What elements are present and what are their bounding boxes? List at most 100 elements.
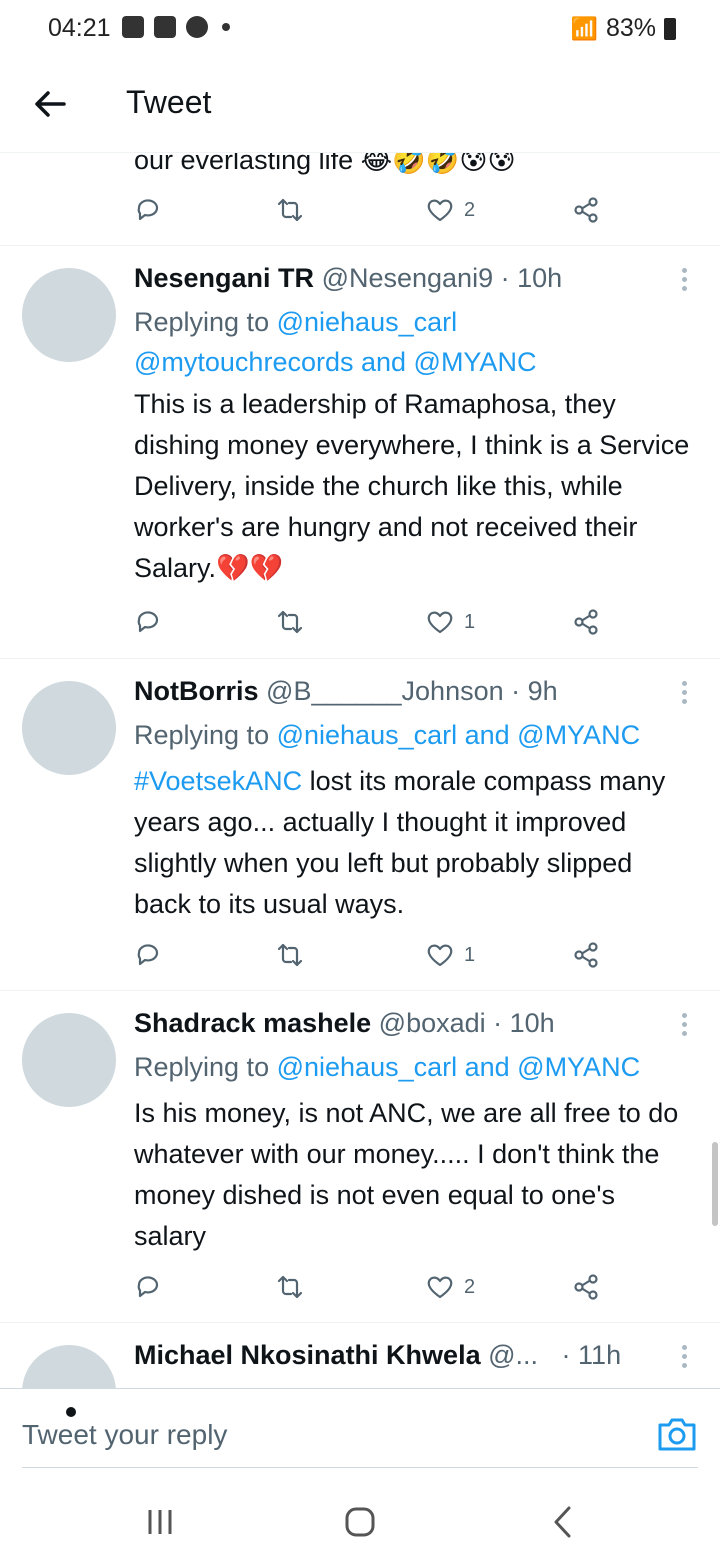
share-button[interactable]: [572, 935, 600, 975]
reply-button[interactable]: [134, 190, 162, 230]
reply-button[interactable]: [134, 1267, 162, 1307]
heart-icon: [427, 1276, 453, 1299]
mention-link[interactable]: @niehaus_carl and @MYANC: [277, 1052, 640, 1082]
share-icon: [574, 197, 598, 223]
tweet-text: #VoetsekANC lost its morale compass many…: [134, 761, 694, 925]
reply-icon: [137, 944, 159, 966]
like-button[interactable]: 1: [426, 602, 475, 642]
share-button[interactable]: [572, 602, 600, 642]
retweet-button[interactable]: [276, 602, 304, 642]
display-name[interactable]: Shadrack mashele: [134, 1008, 371, 1038]
heart-icon: [427, 199, 453, 222]
tweet-actions: 2: [134, 190, 604, 230]
retweet-button[interactable]: [276, 935, 304, 975]
netflix-icon: [154, 16, 176, 38]
more-options-icon[interactable]: [676, 1013, 692, 1043]
input-underline: [22, 1467, 698, 1468]
tweet-text: This is a leadership of Ramaphosa, they …: [134, 389, 690, 583]
like-button[interactable]: 2: [426, 190, 475, 230]
display-name[interactable]: Michael Nkosinathi Khwela: [134, 1340, 481, 1370]
reply-icon: [137, 611, 159, 633]
like-button[interactable]: 1: [426, 935, 475, 975]
gallery-icon: [122, 16, 144, 38]
replying-prefix: Replying to: [134, 307, 277, 337]
share-icon: [574, 942, 598, 968]
replies-feed[interactable]: our everlasting life 😂🤣🤣😰😰 2 Nesengani T…: [0, 152, 720, 1388]
share-button[interactable]: [572, 190, 600, 230]
display-name[interactable]: NotBorris: [134, 676, 259, 706]
scrollbar[interactable]: [712, 1142, 718, 1226]
like-count: 1: [464, 610, 476, 633]
timestamp: · 9h: [511, 676, 558, 706]
mention-link[interactable]: @niehaus_carl and @MYANC: [277, 720, 640, 750]
timestamp: · 10h: [500, 263, 563, 293]
battery-icon: [664, 17, 676, 40]
retweet-icon: [277, 610, 303, 634]
handle[interactable]: @B______Johnson: [266, 676, 504, 706]
retweet-icon: [277, 943, 303, 967]
replying-prefix: Replying to: [134, 720, 277, 750]
replying-prefix: Replying to: [134, 1052, 277, 1082]
camera-icon[interactable]: [656, 1413, 698, 1455]
retweet-button[interactable]: [276, 190, 304, 230]
replying-to: Replying to @niehaus_carl: [134, 302, 457, 342]
avatar[interactable]: [22, 681, 116, 775]
retweet-icon: [277, 198, 303, 222]
replying-to-continued: @mytouchrecords and @MYANC: [134, 342, 536, 382]
tweet-header: Michael Nkosinathi Khwela @... · 11h: [134, 1337, 621, 1373]
cursor-dot: [66, 1407, 76, 1417]
reply-tweet[interactable]: NotBorris @B______Johnson · 9h Replying …: [0, 659, 720, 989]
reply-tweet[interactable]: Michael Nkosinathi Khwela @... · 11h: [0, 1323, 720, 1388]
arrow-left-icon[interactable]: [30, 84, 70, 124]
system-nav-bar: [0, 1478, 720, 1560]
back-nav-icon[interactable]: [544, 1502, 584, 1542]
status-time: 04:21: [48, 14, 111, 42]
tweet-text: Is his money, is not ANC, we are all fre…: [134, 1098, 679, 1251]
home-icon[interactable]: [340, 1502, 380, 1542]
more-options-icon[interactable]: [676, 268, 692, 298]
share-button[interactable]: [572, 1267, 600, 1307]
avatar[interactable]: [22, 1345, 116, 1388]
reply-tweet[interactable]: Nesengani TR @Nesengani9 · 10h Replying …: [0, 246, 720, 658]
status-right: 📶 83%: [571, 14, 676, 43]
reply-tweet[interactable]: Shadrack mashele @boxadi · 10h Replying …: [0, 991, 720, 1321]
handle[interactable]: @Nesengani9: [322, 263, 494, 293]
like-count: 1: [464, 943, 476, 966]
partial-tweet-text: our everlasting life 😂🤣🤣😰😰: [134, 152, 516, 175]
tweet-actions: 1: [134, 935, 604, 975]
more-options-icon[interactable]: [676, 1345, 692, 1375]
page-title: Tweet: [126, 84, 212, 120]
replying-to: Replying to @niehaus_carl and @MYANC: [134, 1047, 640, 1087]
heart-icon: [427, 944, 453, 967]
battery-percent: 83%: [605, 14, 656, 42]
reply-button[interactable]: [134, 935, 162, 975]
reply-icon: [137, 1276, 159, 1298]
reply-button[interactable]: [134, 602, 162, 642]
avatar[interactable]: [22, 268, 116, 362]
more-options-icon[interactable]: [676, 681, 692, 711]
tweet-header: NotBorris @B______Johnson · 9h: [134, 673, 558, 709]
retweet-button[interactable]: [276, 1267, 304, 1307]
notification-icons: [122, 16, 230, 38]
reply-icon: [137, 199, 159, 221]
shield-icon: [186, 16, 208, 38]
like-button[interactable]: 2: [426, 1267, 475, 1307]
reply-composer[interactable]: Tweet your reply: [0, 1388, 720, 1479]
top-app-bar: Tweet: [0, 60, 720, 153]
mention-link[interactable]: @mytouchrecords and @MYANC: [134, 347, 536, 377]
handle[interactable]: @...: [488, 1340, 538, 1370]
status-bar: 04:21 📶 83%: [0, 0, 720, 60]
timestamp: · 10h: [493, 1008, 555, 1038]
replying-to: Replying to @niehaus_carl and @MYANC: [134, 715, 640, 755]
avatar[interactable]: [22, 1013, 116, 1107]
hashtag-link[interactable]: #VoetsekANC: [134, 766, 302, 796]
display-name[interactable]: Nesengani TR: [134, 263, 314, 293]
timestamp: · 11h: [561, 1340, 622, 1370]
mention-link[interactable]: @niehaus_carl: [277, 307, 458, 337]
tweet-header: Shadrack mashele @boxadi · 10h: [134, 1005, 555, 1041]
wifi-icon: 📶: [570, 15, 598, 41]
recent-apps-icon[interactable]: [140, 1502, 180, 1542]
heart-icon: [427, 611, 453, 634]
handle[interactable]: @boxadi: [379, 1008, 486, 1038]
reply-input[interactable]: Tweet your reply: [22, 1419, 227, 1451]
